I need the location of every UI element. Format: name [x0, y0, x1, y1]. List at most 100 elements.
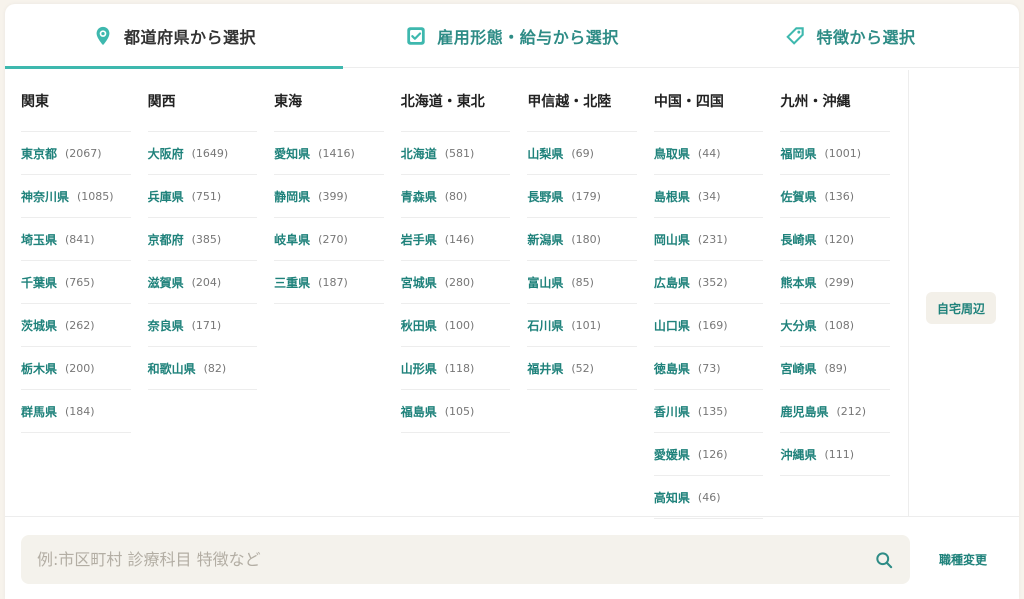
region-title: 北海道・東北 — [400, 70, 511, 132]
prefecture-link[interactable]: 熊本県 (299) — [780, 261, 891, 304]
prefecture-name: 兵庫県 — [147, 189, 184, 204]
prefecture-link[interactable]: 新潟県 (180) — [527, 218, 637, 261]
search-panel: 都道府県から選択 雇用形態・給与から選択 特徴から選択 関東 東京都 (2067) 神… — [5, 4, 1019, 599]
prefecture-link[interactable]: 東京都 (2067) — [21, 132, 131, 175]
prefecture-link[interactable]: 高知県 (46) — [653, 476, 764, 519]
prefecture-name: 石川県 — [527, 318, 564, 333]
prefecture-link[interactable]: 滋賀県 (204) — [147, 261, 258, 304]
prefecture-link[interactable]: 北海道 (581) — [400, 132, 511, 175]
prefecture-link[interactable]: 広島県 (352) — [653, 261, 764, 304]
prefecture-link[interactable]: 群馬県 (184) — [21, 390, 131, 433]
region-title: 東海 — [274, 70, 384, 132]
job-count: (204) — [191, 275, 222, 289]
prefecture-name: 鳥取県 — [653, 146, 690, 161]
prefecture-name: 福井県 — [527, 361, 564, 376]
prefecture-link[interactable]: 岡山県 (231) — [653, 218, 764, 261]
prefecture-link[interactable]: 鳥取県 (44) — [653, 132, 764, 175]
prefecture-link[interactable]: 兵庫県 (751) — [147, 175, 258, 218]
job-count: (385) — [191, 232, 222, 246]
prefecture-name: 鹿児島県 — [780, 404, 829, 419]
prefecture-link[interactable]: 佐賀県 (136) — [780, 175, 891, 218]
job-change-button[interactable]: 職種変更 — [923, 549, 1003, 569]
prefecture-link[interactable]: 石川県 (101) — [527, 304, 637, 347]
checkbox-icon — [407, 27, 425, 45]
prefecture-link[interactable]: 岐阜県 (270) — [274, 218, 384, 261]
prefecture-link[interactable]: 三重県 (187) — [274, 261, 384, 304]
prefecture-link[interactable]: 宮城県 (280) — [400, 261, 511, 304]
job-count: (231) — [697, 232, 728, 246]
region-column: 九州・沖縄 福岡県 (1001) 佐賀県 (136) 長崎県 (120) 熊本県 (299) 大分… — [780, 70, 907, 516]
prefecture-link[interactable]: 埼玉県 (841) — [21, 218, 131, 261]
prefecture-name: 大分県 — [780, 318, 817, 333]
prefecture-link[interactable]: 山形県 (118) — [400, 347, 511, 390]
job-count: (101) — [571, 318, 601, 332]
prefecture-name: 山形県 — [400, 361, 437, 376]
job-count: (1085) — [77, 189, 114, 203]
section-divider — [5, 516, 1019, 517]
prefecture-link[interactable]: 長崎県 (120) — [780, 218, 891, 261]
prefecture-link[interactable]: 福岡県 (1001) — [780, 132, 891, 175]
prefecture-link[interactable]: 神奈川県 (1085) — [21, 175, 131, 218]
prefecture-link[interactable]: 青森県 (80) — [400, 175, 511, 218]
prefecture-link[interactable]: 宮崎県 (89) — [780, 347, 891, 390]
region-column: 関東 東京都 (2067) 神奈川県 (1085) 埼玉県 (841) 千葉県 (765) 茨城県… — [21, 70, 148, 516]
region-title: 中国・四国 — [653, 70, 764, 132]
job-count: (1001) — [824, 146, 862, 160]
job-count: (212) — [836, 404, 867, 418]
prefecture-link[interactable]: 秋田県 (100) — [400, 304, 511, 347]
prefecture-link[interactable]: 山口県 (169) — [653, 304, 764, 347]
job-count: (299) — [824, 275, 855, 289]
job-count: (69) — [571, 146, 594, 160]
region-column: 北海道・東北 北海道 (581) 青森県 (80) 岩手県 (146) 宮城県 (280) 秋田県… — [400, 70, 528, 516]
prefecture-name: 佐賀県 — [780, 189, 817, 204]
prefecture-link[interactable]: 富山県 (85) — [527, 261, 637, 304]
prefecture-name: 静岡県 — [274, 189, 311, 204]
prefecture-link[interactable]: 愛媛県 (126) — [653, 433, 764, 476]
tab-employment-salary[interactable]: 雇用形態・給与から選択 — [343, 4, 681, 68]
prefecture-link[interactable]: 山梨県 (69) — [527, 132, 637, 175]
job-count: (2067) — [65, 146, 102, 160]
job-count: (126) — [697, 447, 728, 461]
prefecture-name: 新潟県 — [527, 232, 564, 247]
job-count: (184) — [65, 404, 95, 418]
job-count: (146) — [444, 232, 475, 246]
prefecture-link[interactable]: 福島県 (105) — [400, 390, 511, 433]
prefecture-link[interactable]: 茨城県 (262) — [21, 304, 131, 347]
prefecture-link[interactable]: 香川県 (135) — [653, 390, 764, 433]
prefecture-name: 三重県 — [274, 275, 311, 290]
prefecture-link[interactable]: 京都府 (385) — [147, 218, 258, 261]
prefecture-link[interactable]: 大分県 (108) — [780, 304, 891, 347]
prefecture-link[interactable]: 和歌山県 (82) — [147, 347, 258, 390]
selection-tabs: 都道府県から選択 雇用形態・給与から選択 特徴から選択 — [5, 4, 1019, 69]
prefecture-link[interactable]: 静岡県 (399) — [274, 175, 384, 218]
prefecture-link[interactable]: 栃木県 (200) — [21, 347, 131, 390]
prefecture-name: 広島県 — [653, 275, 690, 290]
job-count: (100) — [444, 318, 475, 332]
prefecture-link[interactable]: 長野県 (179) — [527, 175, 637, 218]
prefecture-link[interactable]: 島根県 (34) — [653, 175, 764, 218]
prefecture-link[interactable]: 鹿児島県 (212) — [780, 390, 891, 433]
prefecture-name: 長野県 — [527, 189, 564, 204]
prefecture-link[interactable]: 岩手県 (146) — [400, 218, 511, 261]
job-count: (1416) — [318, 146, 355, 160]
prefecture-link[interactable]: 愛知県 (1416) — [274, 132, 384, 175]
prefecture-link[interactable]: 沖縄県 (111) — [780, 433, 891, 476]
prefecture-name: 茨城県 — [21, 318, 58, 333]
home-nearby-button[interactable]: 自宅周辺 — [926, 292, 996, 324]
search-icon[interactable] — [874, 550, 894, 570]
prefecture-name: 栃木県 — [21, 361, 58, 376]
prefecture-name: 滋賀県 — [147, 275, 184, 290]
prefecture-name: 宮崎県 — [780, 361, 817, 376]
search-input[interactable] — [21, 535, 874, 584]
prefecture-name: 福岡県 — [780, 146, 817, 161]
tab-features[interactable]: 特徴から選択 — [681, 4, 1019, 68]
prefecture-link[interactable]: 大阪府 (1649) — [147, 132, 258, 175]
job-count: (44) — [697, 146, 721, 160]
job-count: (89) — [824, 361, 848, 375]
tab-prefecture[interactable]: 都道府県から選択 — [5, 4, 343, 69]
prefecture-link[interactable]: 奈良県 (171) — [147, 304, 258, 347]
prefecture-link[interactable]: 徳島県 (73) — [653, 347, 764, 390]
prefecture-link[interactable]: 福井県 (52) — [527, 347, 637, 390]
job-count: (841) — [65, 232, 95, 246]
prefecture-link[interactable]: 千葉県 (765) — [21, 261, 131, 304]
